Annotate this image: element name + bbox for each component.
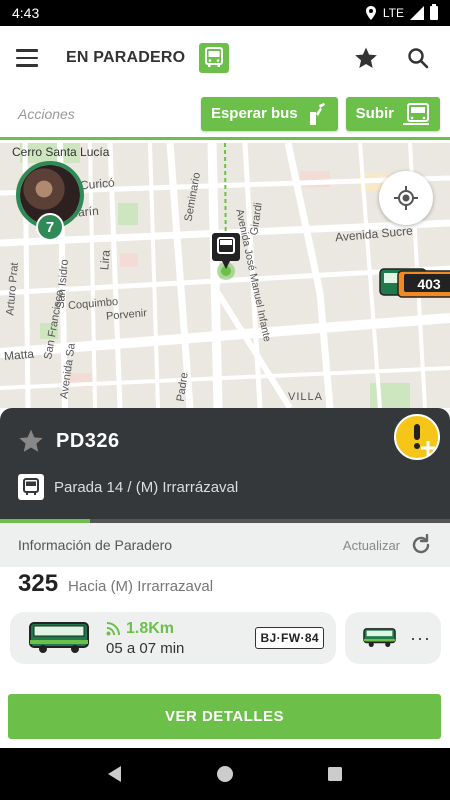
board-bus-icon (403, 102, 429, 125)
route-destination: Hacia (M) Irrarrazaval (68, 578, 214, 595)
map-label-matta: Matta (3, 346, 35, 364)
bus-icon (363, 628, 396, 647)
wait-bus-button[interactable]: Esperar bus (200, 96, 338, 131)
map-label-lira: Lira (97, 249, 113, 271)
add-alert-button[interactable] (394, 414, 440, 460)
bus-icon (29, 622, 89, 653)
status-time: 4:43 (12, 5, 40, 21)
status-bar: 4:43 LTE (0, 0, 450, 26)
live-signal-icon (106, 621, 120, 635)
bus-stop-marker[interactable] (210, 231, 242, 288)
avatar-count-badge: 7 (36, 213, 64, 241)
more-icon: ··· (410, 627, 431, 648)
actions-row: Acciones Esperar bus Subir (0, 90, 450, 140)
view-details-button[interactable]: VER DETALLES (8, 694, 441, 739)
favorite-star-icon[interactable] (350, 42, 382, 74)
stop-card: PD326 Parada 14 / (M) Irrarrázaval (0, 408, 450, 523)
home-icon[interactable] (205, 754, 245, 794)
stop-info-header: Información de Paradero Actualizar (0, 523, 450, 567)
location-icon (365, 6, 376, 20)
refresh-label[interactable]: Actualizar (343, 538, 400, 553)
hail-hand-icon (309, 102, 325, 125)
map-label-cerro: Cerro Santa Lucía (12, 145, 110, 159)
crosshair-icon (394, 186, 418, 210)
alert-add-icon (414, 424, 435, 455)
stop-header: PD326 (18, 428, 120, 454)
bus-arrival-card-next[interactable]: ··· (345, 612, 441, 664)
route-number: 325 (18, 570, 59, 597)
stop-id: PD326 (56, 429, 120, 452)
stop-favorite-star-icon[interactable] (18, 428, 44, 454)
signal-icon (410, 6, 424, 20)
board-label: Subir (355, 105, 394, 122)
bus-arrival-info: 1.8Km 05 a 07 min (106, 620, 255, 657)
stop-name: Parada 14 / (M) Irrarrázaval (54, 478, 239, 496)
board-button[interactable]: Subir (345, 96, 440, 131)
refresh-icon[interactable] (410, 534, 432, 556)
menu-icon[interactable] (16, 44, 44, 72)
stop-info-title: Información de Paradero (18, 537, 173, 553)
my-location-button[interactable] (379, 171, 433, 225)
bus-icon (18, 474, 44, 500)
stop-subtitle: Parada 14 / (M) Irrarrázaval (18, 474, 238, 500)
bus-403-marker[interactable]: 403 (378, 267, 450, 299)
bus-plate: BJ·FW·84 (255, 627, 324, 649)
battery-icon (430, 4, 438, 20)
system-nav-bar (0, 748, 450, 800)
recents-icon[interactable] (315, 754, 355, 794)
back-icon[interactable] (95, 754, 135, 794)
bus-distance-row: 1.8Km (106, 620, 255, 638)
actions-label: Acciones (18, 105, 75, 122)
bus-distance: 1.8Km (126, 619, 175, 637)
route-header: 325 Hacia (M) Irrarrazaval (18, 570, 213, 598)
bus-eta: 05 a 07 min (106, 639, 185, 657)
status-icons: LTE (365, 4, 438, 20)
map-label-villa: VILLA (288, 391, 323, 403)
search-icon[interactable] (402, 42, 434, 74)
wait-bus-label: Esperar bus (210, 105, 298, 122)
page-title: EN PARADERO (66, 49, 186, 66)
app-bar: EN PARADERO (0, 26, 450, 90)
network-type: LTE (382, 6, 404, 20)
map-view[interactable]: Cerro Santa Lucía Curicó Marín Lira Artu… (0, 143, 450, 408)
bus-403-label: 403 (417, 276, 441, 292)
bus-arrival-card[interactable]: 1.8Km 05 a 07 min BJ·FW·84 (10, 612, 336, 664)
bus-stop-icon (199, 43, 230, 73)
